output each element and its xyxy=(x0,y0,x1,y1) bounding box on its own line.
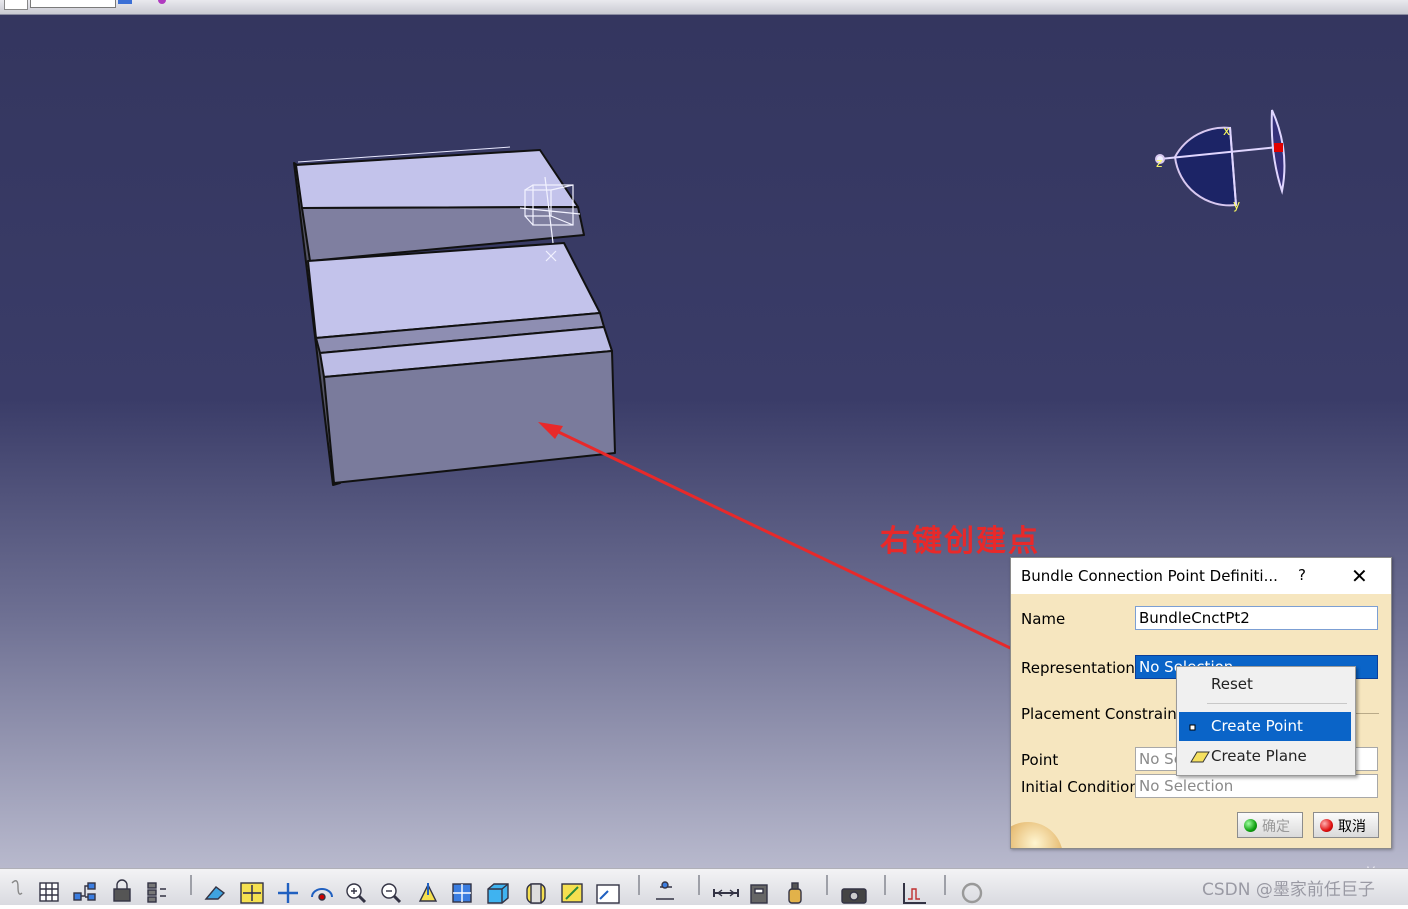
part-geometry[interactable] xyxy=(293,146,616,486)
tree-icon[interactable] xyxy=(73,882,96,901)
menu-item-label: Create Point xyxy=(1211,717,1303,735)
bottom-toolbar: CSDN @墨家前任巨子 xyxy=(0,868,1408,905)
context-menu: Reset Create Point Create Plane xyxy=(1176,666,1356,776)
toolbar-icons xyxy=(11,875,983,904)
menu-item-label: Create Plane xyxy=(1211,747,1307,765)
multi-view-icon[interactable] xyxy=(452,883,472,903)
normal-view-icon[interactable] xyxy=(418,883,438,902)
compass-y-label: y xyxy=(1233,198,1240,212)
watermark: CSDN @墨家前任巨子 xyxy=(1202,880,1375,900)
ok-label: 确定 xyxy=(1262,819,1290,835)
annotation-text: 右键创建点 xyxy=(880,524,1040,559)
hierarchy-icon[interactable] xyxy=(147,882,166,903)
help-button[interactable]: ? xyxy=(1298,566,1306,584)
compass-x-label: x xyxy=(1223,124,1230,138)
name-field[interactable]: BundleCnctPt2 xyxy=(1135,606,1378,630)
refresh-icon[interactable] xyxy=(961,882,983,904)
zoom-in-icon[interactable] xyxy=(346,883,367,904)
bottle-icon[interactable] xyxy=(788,882,802,904)
menu-item-reset[interactable]: Reset xyxy=(1179,670,1351,699)
top-left-field[interactable] xyxy=(4,0,28,10)
menu-item-label: Reset xyxy=(1211,675,1253,693)
placement-constraint-label: Placement Constraint xyxy=(1021,705,1183,723)
update-icon[interactable] xyxy=(656,881,674,900)
close-icon[interactable]: ✕ xyxy=(1351,564,1368,588)
top-toolbar-icon[interactable] xyxy=(158,0,166,4)
fly-icon[interactable] xyxy=(204,886,226,900)
compass-widget[interactable] xyxy=(1155,109,1286,207)
top-combo-box[interactable] xyxy=(30,0,116,8)
lock-icon[interactable] xyxy=(113,879,131,902)
sketch-icon[interactable] xyxy=(11,880,23,895)
catia-logo xyxy=(1011,814,1069,848)
axis-glyph: y xyxy=(1366,861,1375,868)
camera-icon[interactable] xyxy=(841,888,867,904)
name-label: Name xyxy=(1021,610,1066,628)
cancel-icon xyxy=(1320,819,1333,832)
plane-icon xyxy=(1185,750,1211,768)
compass-z-label: z xyxy=(1156,156,1162,170)
initial-condition-label: Initial Condition xyxy=(1021,778,1139,796)
ok-icon xyxy=(1244,819,1257,832)
representation-label: Representation xyxy=(1021,659,1135,677)
dialog-title: Bundle Connection Point Definiti... xyxy=(1021,567,1278,585)
zoom-out-icon[interactable] xyxy=(381,883,402,904)
cancel-button[interactable]: 取消 xyxy=(1313,812,1379,838)
menu-item-create-point[interactable]: Create Point xyxy=(1179,712,1351,741)
top-toolbar-icon[interactable] xyxy=(118,0,132,4)
initial-condition-field[interactable]: No Selection xyxy=(1135,774,1378,798)
measure-icon[interactable] xyxy=(713,889,739,897)
inertia-icon[interactable] xyxy=(750,884,768,904)
point-label: Point xyxy=(1021,751,1059,769)
top-toolbar-strip xyxy=(0,0,1408,15)
analysis-icon[interactable] xyxy=(903,883,926,904)
hide-show-icon[interactable] xyxy=(561,883,583,903)
rotate-icon[interactable] xyxy=(311,888,333,901)
swap-space-icon[interactable] xyxy=(596,884,620,904)
menu-separator xyxy=(1207,703,1347,704)
point-icon xyxy=(1185,720,1199,738)
pan-icon[interactable] xyxy=(278,883,298,903)
cancel-label: 取消 xyxy=(1338,819,1366,835)
menu-item-create-plane[interactable]: Create Plane xyxy=(1179,742,1351,771)
fit-all-icon[interactable] xyxy=(240,882,264,904)
shading-icon[interactable] xyxy=(526,883,546,904)
grid-icon[interactable] xyxy=(39,882,59,902)
dialog-title-bar[interactable]: Bundle Connection Point Definiti... ? ✕ xyxy=(1011,558,1391,594)
iso-view-icon[interactable] xyxy=(487,883,509,904)
ok-button[interactable]: 确定 xyxy=(1237,812,1303,838)
